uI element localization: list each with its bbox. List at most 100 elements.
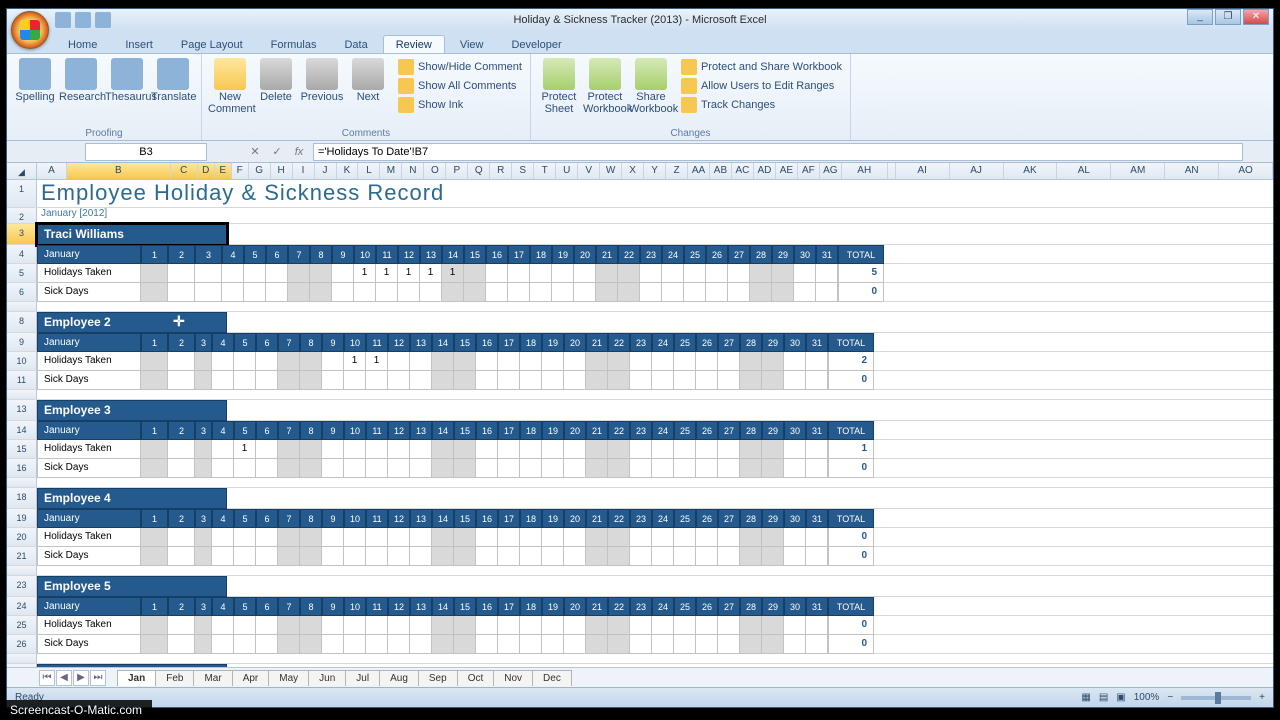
view-pagebreak-icon[interactable]: ▣ [1116,692,1125,703]
sheet-tab-oct[interactable]: Oct [457,670,495,686]
data-cell[interactable] [256,616,278,635]
data-cell[interactable] [410,528,432,547]
zoom-slider[interactable] [1181,696,1251,700]
data-cell[interactable] [542,352,564,371]
row-header[interactable]: 9 [7,333,37,351]
data-cell[interactable] [366,459,388,478]
col-[interactable] [888,163,896,179]
row-header[interactable]: 21 [7,547,37,565]
data-cell[interactable] [652,528,674,547]
data-cell[interactable] [806,352,828,371]
data-cell[interactable] [794,264,816,283]
data-cell[interactable] [234,616,256,635]
data-cell[interactable] [141,635,168,654]
col-AA[interactable]: AA [688,163,710,179]
data-cell[interactable] [520,352,542,371]
data-cell[interactable] [256,440,278,459]
data-cell[interactable] [564,459,586,478]
sheet-tab-aug[interactable]: Aug [379,670,419,686]
data-cell[interactable] [784,440,806,459]
data-cell[interactable] [168,352,195,371]
data-cell[interactable] [498,440,520,459]
data-cell[interactable] [674,547,696,566]
data-cell[interactable] [476,635,498,654]
data-cell[interactable] [366,547,388,566]
employee-name[interactable]: Employee 6 [37,664,227,667]
data-cell[interactable] [586,459,608,478]
data-cell[interactable] [222,264,244,283]
col-AE[interactable]: AE [776,163,798,179]
data-cell[interactable] [141,616,168,635]
data-cell[interactable]: 1 [354,264,376,283]
data-cell[interactable] [586,440,608,459]
data-cell[interactable] [520,371,542,390]
view-normal-icon[interactable]: ▦ [1081,692,1090,703]
data-cell[interactable] [195,283,222,302]
data-cell[interactable] [596,264,618,283]
data-cell[interactable] [168,283,195,302]
data-cell[interactable] [168,528,195,547]
data-cell[interactable] [376,283,398,302]
data-cell[interactable] [762,352,784,371]
data-cell[interactable] [806,459,828,478]
row-header[interactable]: 10 [7,352,37,370]
qat-redo-icon[interactable] [95,12,111,28]
col-V[interactable]: V [578,163,600,179]
data-cell[interactable] [740,352,762,371]
data-cell[interactable] [674,371,696,390]
data-cell[interactable] [684,264,706,283]
data-cell[interactable] [432,371,454,390]
data-cell[interactable] [564,635,586,654]
data-cell[interactable] [520,459,542,478]
data-cell[interactable] [332,264,354,283]
data-cell[interactable] [696,635,718,654]
ribbon-tab-formulas[interactable]: Formulas [258,35,330,53]
data-cell[interactable] [278,635,300,654]
employee-name[interactable]: Employee 3 [37,400,227,421]
row-header[interactable]: 15 [7,440,37,458]
zoom-out-icon[interactable]: − [1167,692,1173,703]
data-cell[interactable] [234,459,256,478]
data-cell[interactable] [344,635,366,654]
sheet-tab-jul[interactable]: Jul [345,670,380,686]
row-header[interactable] [7,566,37,575]
data-cell[interactable] [772,283,794,302]
sheet-tab-may[interactable]: May [268,670,309,686]
col-A[interactable]: A [37,163,67,179]
data-cell[interactable] [508,283,530,302]
data-cell[interactable] [476,547,498,566]
data-cell[interactable] [542,440,564,459]
data-cell[interactable]: 1 [376,264,398,283]
data-cell[interactable] [706,264,728,283]
data-cell[interactable] [300,371,322,390]
show-ink-button[interactable]: Show Ink [396,96,524,114]
cancel-icon[interactable]: ✕ [247,145,263,158]
row-header[interactable]: 20 [7,528,37,546]
tab-nav-first-icon[interactable]: ⏮ [39,670,55,686]
data-cell[interactable] [608,440,630,459]
data-cell[interactable] [630,440,652,459]
track-changes-button[interactable]: Track Changes [679,96,844,114]
data-cell[interactable] [586,352,608,371]
data-cell[interactable] [586,635,608,654]
data-cell[interactable] [212,547,234,566]
data-cell[interactable] [256,635,278,654]
data-cell[interactable] [454,547,476,566]
data-cell[interactable] [354,283,376,302]
data-cell[interactable] [718,635,740,654]
data-cell[interactable] [388,528,410,547]
data-cell[interactable] [168,264,195,283]
col-K[interactable]: K [337,163,359,179]
data-cell[interactable] [410,440,432,459]
data-cell[interactable] [728,264,750,283]
data-cell[interactable] [806,635,828,654]
data-cell[interactable] [486,264,508,283]
data-cell[interactable] [508,264,530,283]
data-cell[interactable] [288,264,310,283]
data-cell[interactable] [564,547,586,566]
data-cell[interactable] [542,616,564,635]
row-header[interactable]: 18 [7,488,37,508]
data-cell[interactable] [696,616,718,635]
data-cell[interactable] [322,528,344,547]
data-cell[interactable] [696,440,718,459]
